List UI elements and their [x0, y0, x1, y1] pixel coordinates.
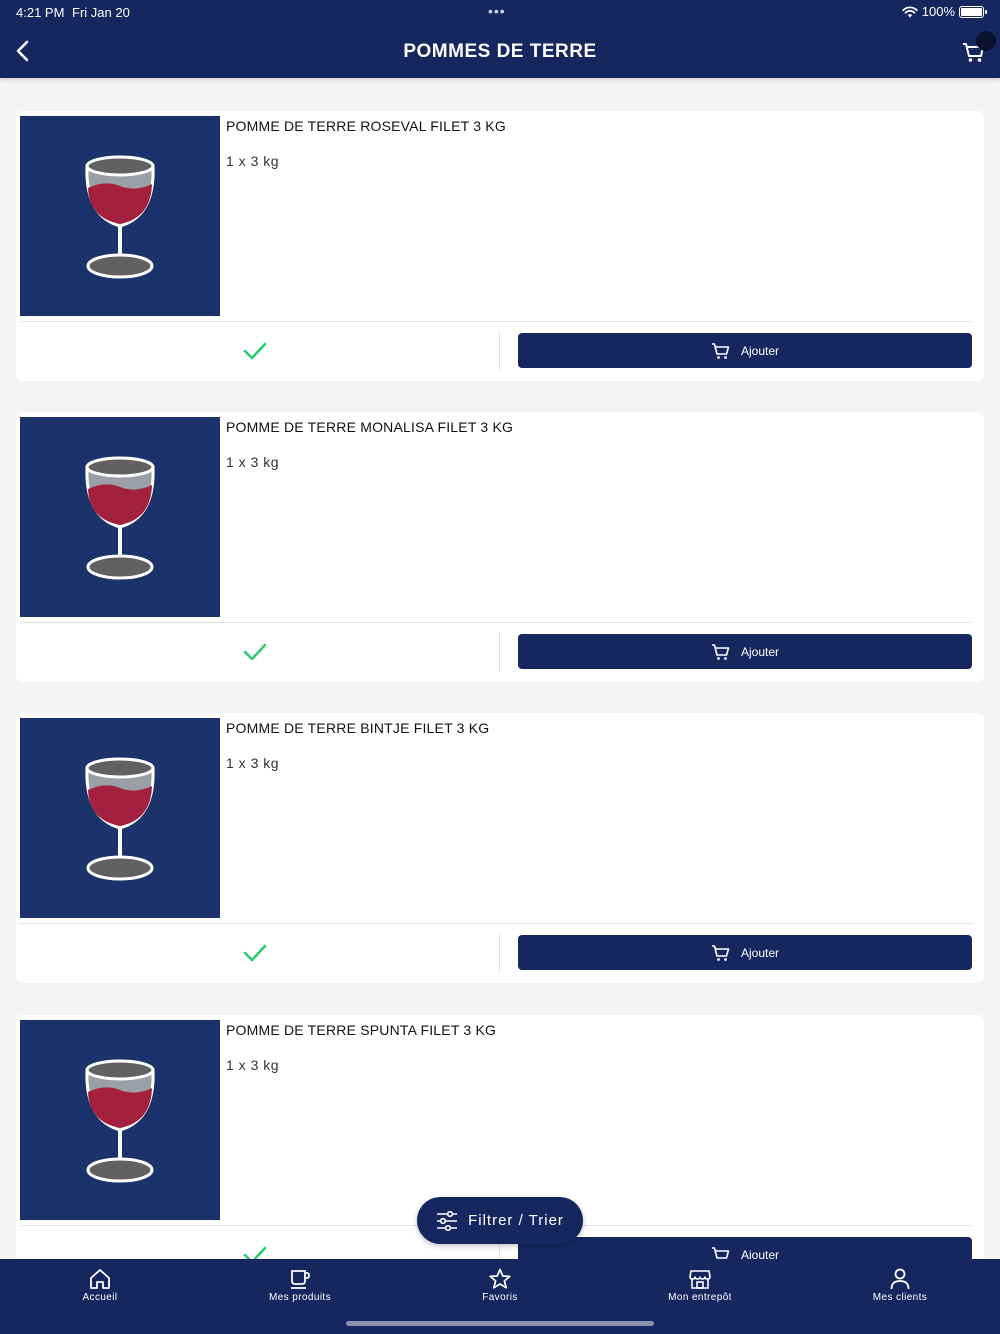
tab-mes-produits[interactable]: Mes produits: [200, 1268, 400, 1303]
tab-label: Mes produits: [268, 1292, 332, 1303]
status-bar: 4:21 PM Fri Jan 20 ••• 100%: [0, 0, 1000, 24]
product-image[interactable]: [20, 116, 220, 316]
page-title: POMMES DE TERRE: [403, 41, 597, 62]
tab-label: Mon entrepôt: [668, 1292, 732, 1303]
product-card[interactable]: POMME DE TERRE MONALISA FILET 3 KG 1 x 3…: [16, 412, 984, 682]
product-card[interactable]: POMME DE TERRE BINTJE FILET 3 KG 1 x 3 k…: [16, 713, 984, 983]
wifi-icon: [902, 5, 918, 17]
status-right: 100%: [902, 4, 987, 19]
product-packaging: 1 x 3 kg: [226, 454, 280, 470]
product-image[interactable]: [20, 417, 220, 617]
cart-icon: [711, 1246, 730, 1259]
checkmark-icon: [243, 944, 267, 962]
tab-accueil[interactable]: Accueil: [0, 1268, 200, 1303]
checkmark-icon: [243, 1246, 267, 1259]
status-time: 4:21 PM: [16, 5, 65, 20]
add-button-label: Ajouter: [740, 343, 780, 358]
cart-icon: [711, 944, 730, 961]
cup-icon: [291, 1270, 310, 1289]
star-icon: [489, 1268, 511, 1289]
checkmark-icon: [243, 643, 267, 661]
product-card[interactable]: POMME DE TERRE ROSEVAL FILET 3 KG 1 x 3 …: [16, 111, 984, 381]
home-icon: [90, 1269, 110, 1289]
tab-favoris[interactable]: Favoris: [400, 1268, 600, 1303]
product-packaging: 1 x 3 kg: [226, 1057, 280, 1073]
battery-icon: [959, 5, 987, 18]
multitasking-dots-icon[interactable]: •••: [488, 3, 506, 19]
wine-glass-icon: [85, 1059, 155, 1183]
card-vertical-divider: [499, 331, 500, 371]
checkmark-icon: [243, 342, 267, 360]
wine-glass-icon: [85, 155, 155, 279]
card-vertical-divider: [499, 632, 500, 672]
tab-label: Accueil: [82, 1292, 118, 1303]
add-to-cart-button[interactable]: Ajouter: [518, 333, 972, 368]
cart-icon: [711, 643, 730, 660]
add-to-cart-button[interactable]: Ajouter: [518, 935, 972, 970]
product-name: POMME DE TERRE MONALISA FILET 3 KG: [226, 419, 514, 435]
add-to-cart-button[interactable]: Ajouter: [518, 634, 972, 669]
tab-mon-entrepot[interactable]: Mon entrepôt: [600, 1268, 800, 1303]
cart-badge: [976, 31, 996, 51]
product-name: POMME DE TERRE BINTJE FILET 3 KG: [226, 720, 490, 736]
product-image[interactable]: [20, 1020, 220, 1220]
status-date: Fri Jan 20: [72, 5, 130, 20]
user-icon: [890, 1268, 910, 1290]
product-name: POMME DE TERRE SPUNTA FILET 3 KG: [226, 1022, 497, 1038]
bottom-tab-bar: Accueil Mes produits Favoris Mon entrepô…: [0, 1259, 1000, 1334]
card-divider: [20, 622, 972, 623]
tab-label: Mes clients: [872, 1292, 928, 1303]
wine-glass-icon: [85, 456, 155, 580]
card-vertical-divider: [499, 933, 500, 973]
battery-percent: 100%: [921, 4, 955, 19]
product-image[interactable]: [20, 718, 220, 918]
home-indicator[interactable]: [346, 1321, 654, 1326]
store-icon: [689, 1270, 711, 1289]
tab-label: Favoris: [482, 1292, 518, 1303]
card-divider: [20, 923, 972, 924]
product-list[interactable]: POMME DE TERRE ROSEVAL FILET 3 KG 1 x 3 …: [0, 78, 1000, 1259]
add-to-cart-button[interactable]: Ajouter: [518, 1237, 972, 1259]
product-packaging: 1 x 3 kg: [226, 755, 280, 771]
filter-sort-button[interactable]: Filtrer / Trier: [417, 1197, 583, 1244]
product-packaging: 1 x 3 kg: [226, 153, 280, 169]
card-divider: [20, 321, 972, 322]
add-button-label: Ajouter: [740, 945, 780, 960]
sliders-icon: [437, 1210, 458, 1231]
wine-glass-icon: [85, 757, 155, 881]
navigation-bar: POMMES DE TERRE: [0, 24, 1000, 78]
tab-mes-clients[interactable]: Mes clients: [800, 1268, 1000, 1303]
product-name: POMME DE TERRE ROSEVAL FILET 3 KG: [226, 118, 506, 134]
filter-sort-label: Filtrer / Trier: [468, 1212, 564, 1229]
add-button-label: Ajouter: [740, 644, 780, 659]
cart-icon: [711, 342, 730, 359]
add-button-label: Ajouter: [740, 1247, 780, 1260]
